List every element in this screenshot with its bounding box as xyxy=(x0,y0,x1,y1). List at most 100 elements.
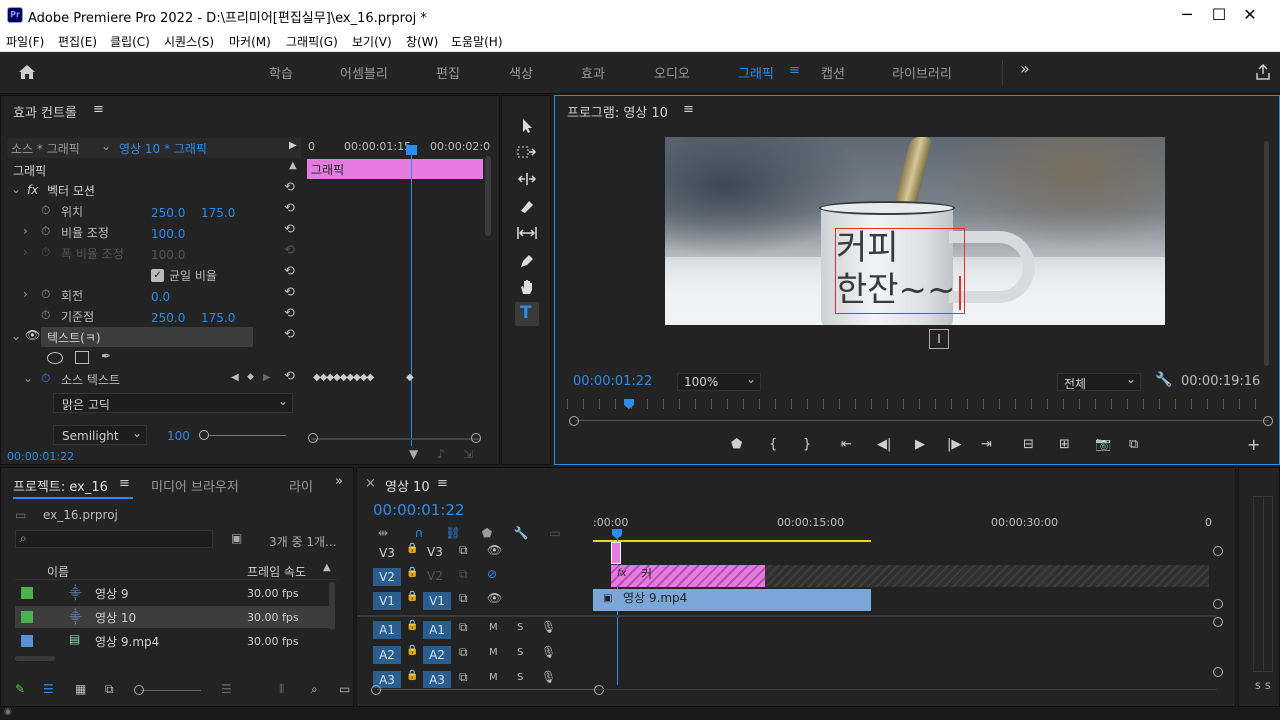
menu-clip[interactable]: 클립(C) xyxy=(110,33,150,50)
insert-sequence-as-nest-icon[interactable]: ⇹ xyxy=(373,524,393,542)
ec-scrollbar[interactable] xyxy=(485,156,491,236)
program-monitor-title[interactable]: 프로그램: 영상 10 xyxy=(567,102,668,121)
close-sequence-icon[interactable]: × xyxy=(365,476,376,491)
ec-playhead-handle[interactable] xyxy=(406,145,417,155)
monitor-zoom-handle-right[interactable] xyxy=(1263,416,1273,426)
sync-lock-icon[interactable]: ⧉ xyxy=(459,670,468,685)
anchor-x-value[interactable]: 250.0 xyxy=(151,311,185,325)
effect-controls-menu-icon[interactable]: ≡ xyxy=(93,102,104,117)
thumbnail-size-slider[interactable] xyxy=(141,690,201,691)
position-x-value[interactable]: 250.0 xyxy=(151,206,185,220)
ec-playhead[interactable] xyxy=(411,146,412,446)
workspace-learning[interactable]: 학습 xyxy=(269,63,293,82)
timeline-timecode[interactable]: 00:00:01:22 xyxy=(373,501,465,519)
expand-timeline-icon[interactable]: ▶ xyxy=(289,140,297,151)
stopwatch-icon[interactable]: ⏱ xyxy=(41,287,50,302)
mark-in-icon[interactable]: { xyxy=(769,437,777,452)
rectangle-mask-icon[interactable] xyxy=(75,351,89,364)
position-y-value[interactable]: 175.0 xyxy=(201,206,235,220)
audio-icon[interactable]: ♪ xyxy=(437,447,445,461)
playhead-timecode[interactable]: 00:00:01:22 xyxy=(573,374,652,389)
timeline-ruler[interactable]: :00:00 00:00:15:00 00:00:30:00 0 xyxy=(593,514,1213,544)
menu-edit[interactable]: 편집(E) xyxy=(58,33,97,50)
lock-icon[interactable]: 🔒 xyxy=(406,620,418,631)
project-hscrollbar[interactable] xyxy=(15,656,55,661)
project-menu-icon[interactable]: ≡ xyxy=(119,476,130,491)
zoom-dropdown[interactable]: 100% ⌄ xyxy=(677,372,761,391)
ec-zoom-handle-left[interactable] xyxy=(308,433,318,443)
effect-controls-title[interactable]: 효과 컨트롤 xyxy=(13,102,77,121)
step-back-icon[interactable]: ◀| xyxy=(877,437,891,452)
font-style-dropdown[interactable]: Semilight ⌄ xyxy=(53,425,147,445)
export-frame-icon[interactable]: 📷 xyxy=(1095,437,1111,452)
stopwatch-icon[interactable]: ⏱ xyxy=(41,224,50,239)
eye-icon[interactable]: 👁 xyxy=(487,543,502,557)
lock-icon[interactable]: 🔒 xyxy=(406,591,418,602)
source-dropdown-icon[interactable]: ⌄ xyxy=(101,139,111,153)
share-icon[interactable] xyxy=(1255,64,1271,80)
timeline-settings-wrench-icon[interactable]: 🔧 xyxy=(511,524,531,542)
reset-icon[interactable]: ⟲ xyxy=(284,201,295,216)
reset-icon[interactable]: ⟲ xyxy=(284,306,295,321)
audio-zoom-handle-top[interactable] xyxy=(1213,617,1223,627)
workspace-assembly[interactable]: 어셈블리 xyxy=(340,63,388,82)
graphic-clip-bar[interactable]: 그래픽 xyxy=(307,159,483,179)
track-name-v1[interactable]: V1 xyxy=(423,592,451,610)
lock-icon[interactable]: 🔒 xyxy=(406,567,418,578)
track-source-v1[interactable]: V1 xyxy=(373,592,401,610)
solo-left-button[interactable]: S xyxy=(1255,682,1261,692)
wrench-icon[interactable]: 🔧 xyxy=(1155,372,1172,388)
slip-tool-icon[interactable] xyxy=(516,225,538,241)
workspace-effects[interactable]: 효과 xyxy=(581,63,605,82)
audio-meter[interactable] xyxy=(1253,496,1273,672)
workspace-captions[interactable]: 캡션 xyxy=(821,63,845,82)
workspace-libraries[interactable]: 라이브러리 xyxy=(892,63,952,82)
graphic-clip[interactable]: fx 커 xyxy=(611,565,765,587)
mark-out-icon[interactable]: } xyxy=(803,437,811,452)
lock-icon[interactable]: 🔒 xyxy=(406,543,418,554)
menu-graphics[interactable]: 그래픽(G) xyxy=(286,33,338,50)
label-color-swatch[interactable] xyxy=(21,611,33,623)
mute-button[interactable]: M xyxy=(489,647,498,658)
stopwatch-icon[interactable]: ⏱ xyxy=(41,308,50,323)
fps-column-header[interactable]: 프레임 속도 xyxy=(247,563,306,580)
snap-icon[interactable]: ∩ xyxy=(409,524,429,542)
razor-tool-icon[interactable] xyxy=(518,198,536,216)
reset-icon[interactable]: ⟲ xyxy=(284,180,295,195)
chevron-down-icon[interactable]: ⌄ xyxy=(11,329,21,343)
workspace-menu-icon[interactable]: ≡ xyxy=(789,63,800,78)
video-zoom-handle-top[interactable] xyxy=(1213,546,1223,556)
keyframe-marker[interactable]: ◆ xyxy=(406,372,414,383)
add-marker-icon[interactable]: ⬟ xyxy=(731,437,742,452)
menu-window[interactable]: 창(W) xyxy=(406,33,438,50)
fx-badge[interactable]: fx xyxy=(27,183,38,197)
font-size-slider-thumb[interactable] xyxy=(199,430,209,440)
add-button-icon[interactable]: + xyxy=(1247,435,1260,454)
source-label[interactable]: 소스 * 그래픽 xyxy=(11,140,80,157)
stopwatch-icon[interactable]: ⏱ xyxy=(41,203,50,218)
home-icon[interactable] xyxy=(18,64,36,80)
timeline-menu-icon[interactable]: ≡ xyxy=(437,476,448,491)
sort-icons-icon[interactable]: ☰ xyxy=(221,682,232,696)
sequence-tab[interactable]: 영상 10 xyxy=(385,476,430,495)
project-scrollbar[interactable] xyxy=(329,582,335,630)
lock-icon[interactable]: 🔒 xyxy=(406,645,418,656)
monitor-scrollbar[interactable] xyxy=(1264,141,1269,366)
chevron-right-icon[interactable]: › xyxy=(23,245,28,259)
audio-zoom-handle-bottom[interactable] xyxy=(1213,667,1223,677)
go-to-in-icon[interactable]: ⇤ xyxy=(841,437,852,452)
scale-value[interactable]: 100.0 xyxy=(151,227,185,241)
sync-lock-icon[interactable]: ⧉ xyxy=(459,567,468,582)
reset-icon[interactable]: ⟲ xyxy=(284,285,295,300)
new-bin-icon[interactable]: ▭ xyxy=(339,682,350,696)
track-name-a1[interactable]: A1 xyxy=(423,621,451,639)
eye-icon[interactable]: 👁 xyxy=(25,328,40,342)
find-icon[interactable]: ⌕ xyxy=(311,682,318,697)
collapse-icon[interactable]: ▲ xyxy=(289,160,297,171)
extract-icon[interactable]: ⊞ xyxy=(1059,437,1070,452)
workspace-editing[interactable]: 편집 xyxy=(436,63,460,82)
step-forward-icon[interactable]: |▶ xyxy=(947,437,961,452)
menu-sequence[interactable]: 시퀀스(S) xyxy=(164,33,214,50)
sort-icon[interactable]: ▲ xyxy=(323,562,331,573)
hand-tool-icon[interactable] xyxy=(518,278,536,296)
